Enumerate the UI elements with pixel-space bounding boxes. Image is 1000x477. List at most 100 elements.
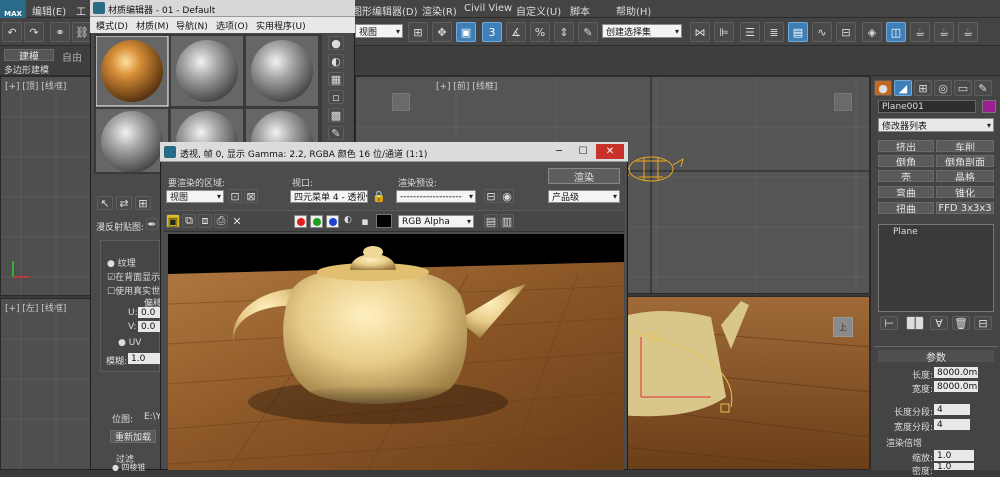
reload-button[interactable]: 重新加载 — [110, 430, 156, 443]
snap-3d-icon[interactable]: 3 — [482, 22, 502, 42]
reference-coord-dropdown[interactable]: 视图 — [355, 24, 403, 38]
mirror-icon[interactable]: ⋈ — [690, 22, 710, 42]
monochrome-icon[interactable]: ▪ — [358, 214, 372, 228]
ribbon-tab-modeling[interactable]: 建模 — [4, 49, 54, 61]
u-offset-field[interactable]: 0.0 — [138, 307, 160, 318]
stack-item-plane[interactable]: Plane — [879, 225, 993, 239]
toggle-ui-overlay-icon[interactable]: ▤ — [484, 214, 498, 228]
render-area-dropdown[interactable]: 视图 — [166, 190, 224, 203]
viewport-perspective[interactable]: 上 — [620, 296, 870, 470]
channel-display-dropdown[interactable]: RGB Alpha — [398, 215, 474, 228]
menu-tools[interactable]: 工 — [76, 3, 86, 18]
copy-image-icon[interactable]: ⧉ — [182, 214, 196, 228]
viewport-top[interactable]: [+] [顶] [线框] — [0, 76, 92, 296]
mat-menu-mode[interactable]: 模式(D) — [96, 19, 128, 32]
close-button[interactable]: ✕ — [596, 144, 624, 159]
background-icon[interactable]: ▦ — [328, 72, 344, 86]
mod-lathe-button[interactable]: 车削 — [936, 140, 994, 152]
select-object-icon[interactable]: ▣ — [456, 22, 476, 42]
minimize-button[interactable]: ─ — [548, 144, 570, 159]
mod-ffd-button[interactable]: FFD 3x3x3 — [936, 202, 994, 214]
menu-scripting[interactable]: 脚本 — [570, 3, 590, 18]
render-setup-small-icon[interactable]: ⊟ — [484, 189, 498, 203]
mod-extrude-button[interactable]: 挤出 — [878, 140, 934, 152]
angle-snap-icon[interactable]: ∡ — [506, 22, 526, 42]
render-mode-dropdown[interactable]: 产品级 — [548, 190, 620, 203]
named-selection-dropdown[interactable]: 创建选择集 — [602, 24, 682, 38]
object-name-field[interactable]: Plane001 — [878, 100, 976, 113]
mod-bend-button[interactable]: 弯曲 — [878, 186, 934, 198]
pivot-icon[interactable]: ⊞ — [408, 22, 428, 42]
make-unique-icon[interactable]: ∀ — [930, 316, 948, 330]
print-icon[interactable]: ⎙ — [214, 214, 228, 228]
viewport-left[interactable]: [+] [左] [线框] — [0, 298, 92, 470]
mod-bevel-button[interactable]: 倒角 — [878, 155, 934, 167]
put-to-scene-icon[interactable]: ⇄ — [116, 196, 132, 210]
green-channel-toggle[interactable] — [310, 215, 323, 228]
pick-material-icon[interactable]: ✒ — [146, 218, 158, 230]
menu-civil-view[interactable]: Civil View — [464, 3, 512, 14]
v-offset-field[interactable]: 0.0 — [138, 321, 160, 332]
rendered-frame-icon[interactable]: ☕ — [910, 22, 930, 42]
environment-icon[interactable]: ◉ — [500, 189, 514, 203]
menu-edit[interactable]: 编辑(E) — [32, 3, 66, 18]
mod-lattice-button[interactable]: 晶格 — [936, 170, 994, 182]
maximize-button[interactable]: ☐ — [572, 144, 594, 159]
configure-sets-icon[interactable]: ⊟ — [974, 316, 992, 330]
menu-customize[interactable]: 自定义(U) — [516, 3, 561, 18]
make-preview-icon[interactable]: ✎ — [328, 126, 344, 140]
length-field[interactable]: 8000.0mm — [934, 367, 978, 378]
menu-graph-editors[interactable]: 图形编辑器(D) — [352, 3, 418, 18]
scale-field[interactable]: 1.0 — [934, 450, 974, 461]
viewcube-top-icon[interactable] — [392, 93, 410, 111]
mat-menu-options[interactable]: 选项(O) — [216, 19, 248, 32]
move-icon[interactable]: ✥ — [432, 22, 452, 42]
scene-explorer-icon[interactable]: ≣ — [764, 22, 784, 42]
ribbon-tab-freeform[interactable]: 自由 — [62, 49, 82, 64]
render-preset-dropdown[interactable]: ------------------- — [396, 190, 476, 203]
redo-icon[interactable]: ↷ — [24, 22, 44, 42]
clone-window-icon[interactable]: ⧈ — [198, 214, 212, 228]
density-field[interactable]: 1.0 — [934, 463, 974, 470]
mat-menu-material[interactable]: 材质(M) — [136, 19, 169, 32]
texture-radio[interactable]: ● 纹理 — [107, 256, 136, 269]
video-color-icon[interactable]: ▩ — [328, 108, 344, 122]
viewcube-front-icon[interactable] — [834, 93, 852, 111]
blue-channel-toggle[interactable] — [326, 215, 339, 228]
toggle-ui-icon[interactable]: ▥ — [500, 214, 514, 228]
assign-material-icon[interactable]: ⊞ — [135, 196, 151, 210]
backlight-icon[interactable]: ◐ — [328, 54, 344, 68]
object-color-swatch[interactable] — [982, 100, 996, 113]
width-segs-field[interactable]: 4 — [934, 419, 970, 430]
auto-region-icon[interactable]: ⊠ — [244, 189, 258, 203]
spinner-snap-icon[interactable]: ⇕ — [554, 22, 574, 42]
modifier-stack[interactable]: Plane — [878, 224, 994, 312]
mod-taper-button[interactable]: 锥化 — [936, 186, 994, 198]
schematic-view-icon[interactable]: ⊟ — [836, 22, 856, 42]
clear-icon[interactable]: ✕ — [230, 214, 244, 228]
viewport-dropdown[interactable]: 四元菜单 4 - 透视 — [290, 190, 368, 203]
unlink-icon[interactable]: ⛓ — [72, 22, 92, 42]
motion-tab-icon[interactable]: ◎ — [934, 80, 952, 96]
red-channel-toggle[interactable] — [294, 215, 307, 228]
render-iterative-icon[interactable]: ☕ — [958, 22, 978, 42]
material-editor-icon[interactable]: ◈ — [862, 22, 882, 42]
rendered-image[interactable] — [168, 234, 624, 470]
mat-menu-utilities[interactable]: 实用程序(U) — [256, 19, 306, 32]
swatch-black[interactable] — [376, 214, 392, 228]
width-field[interactable]: 8000.0mm — [934, 381, 978, 392]
show-end-result-icon[interactable]: │ — [906, 316, 924, 330]
ribbon-polygon-modeling[interactable]: 多边形建模 — [4, 63, 49, 76]
modifier-list-dropdown[interactable]: 修改器列表 — [878, 118, 994, 132]
uv-radio[interactable]: ● UV — [118, 338, 141, 348]
hierarchy-tab-icon[interactable]: ⊞ — [914, 80, 932, 96]
get-material-icon[interactable]: ↖ — [97, 196, 113, 210]
render-setup-icon[interactable]: ◫ — [886, 22, 906, 42]
length-segs-field[interactable]: 4 — [934, 404, 970, 415]
render-button[interactable]: 渲染 — [548, 168, 620, 184]
params-title[interactable]: 参数 — [878, 350, 994, 362]
display-tab-icon[interactable]: ▭ — [954, 80, 972, 96]
save-image-icon[interactable]: ▣ — [166, 214, 180, 228]
mod-shell-button[interactable]: 壳 — [878, 170, 934, 182]
lock-viewport-icon[interactable]: 🔒 — [372, 189, 386, 203]
